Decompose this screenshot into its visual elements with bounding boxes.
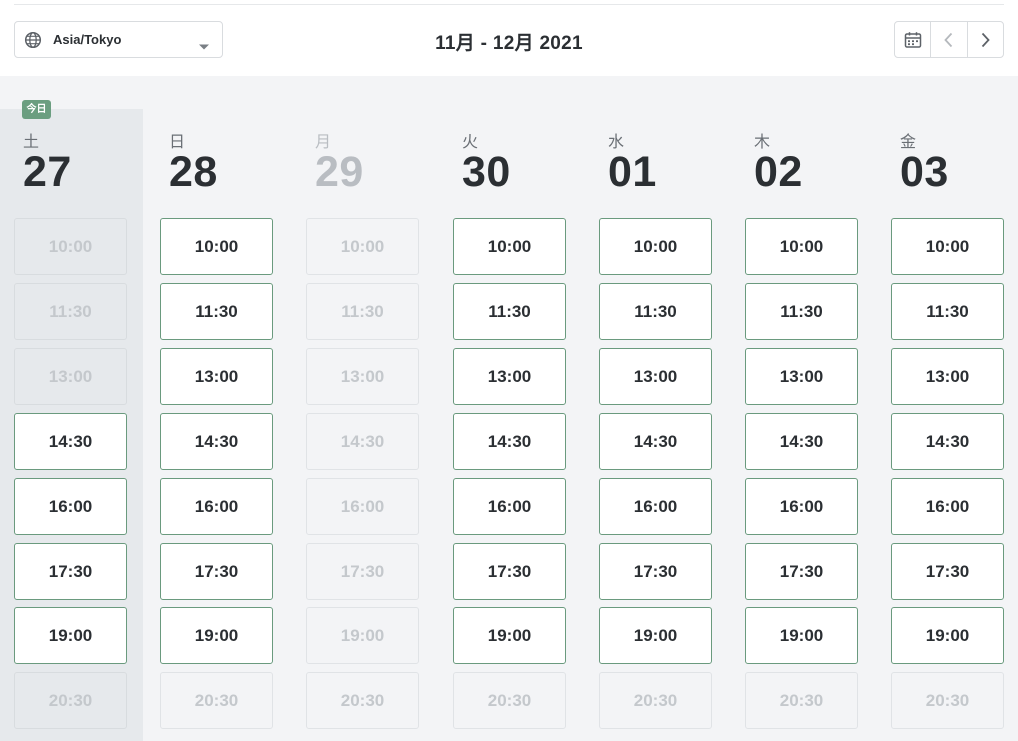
time-slot-unavailable: 13:00 <box>14 348 127 405</box>
time-slot-button[interactable]: 19:00 <box>891 607 1004 664</box>
time-slot-unavailable: 19:00 <box>306 607 419 664</box>
time-slot-button[interactable]: 16:00 <box>599 478 712 535</box>
day-number: 28 <box>169 148 218 196</box>
time-slot-unavailable: 13:00 <box>306 348 419 405</box>
day-number: 01 <box>608 148 657 196</box>
time-slot-unavailable: 17:30 <box>306 543 419 600</box>
time-slot-button[interactable]: 17:30 <box>891 543 1004 600</box>
day-column: 木 02 10:00 11:30 13:00 14:30 16:00 17:30 19:00 20… <box>745 76 858 741</box>
chevron-left-icon <box>943 32 955 48</box>
time-slot-button[interactable]: 14:30 <box>160 413 273 470</box>
time-slot-button[interactable]: 10:00 <box>891 218 1004 275</box>
time-slot-button[interactable]: 19:00 <box>14 607 127 664</box>
time-slot-unavailable: 10:00 <box>306 218 419 275</box>
time-slot-button[interactable]: 17:30 <box>160 543 273 600</box>
time-slot-unavailable: 20:30 <box>891 672 1004 729</box>
timezone-label: Asia/Tokyo <box>53 32 122 47</box>
timezone-select[interactable]: Asia/Tokyo <box>14 21 223 58</box>
time-slot-button[interactable]: 13:00 <box>891 348 1004 405</box>
day-number: 03 <box>900 148 949 196</box>
day-column: 金 03 10:00 11:30 13:00 14:30 16:00 17:30 19:00 20… <box>891 76 1004 741</box>
time-slot-button[interactable]: 16:00 <box>745 478 858 535</box>
day-column: 火 30 10:00 11:30 13:00 14:30 16:00 17:30 19:00 20… <box>453 76 566 741</box>
day-number: 27 <box>23 148 72 196</box>
day-column: 日 28 10:00 11:30 13:00 14:30 16:00 17:30 19:00 20… <box>160 76 273 741</box>
time-slot-button[interactable]: 14:30 <box>891 413 1004 470</box>
date-range-title: 11月 - 12月 2021 <box>435 33 583 54</box>
time-slot-button[interactable]: 13:00 <box>599 348 712 405</box>
time-slot-button[interactable]: 11:30 <box>160 283 273 340</box>
week-board: 今日 土 27 10:00 11:30 13:00 14:30 16:00 17:30 19:0… <box>0 76 1018 741</box>
time-slot-button[interactable]: 13:00 <box>160 348 273 405</box>
time-slot-unavailable: 10:00 <box>14 218 127 275</box>
time-slot-button[interactable]: 10:00 <box>453 218 566 275</box>
next-week-button[interactable] <box>966 22 1003 57</box>
day-column: 月 29 10:00 11:30 13:00 14:30 16:00 17:30 19:00 20… <box>306 76 419 741</box>
time-slot-button[interactable]: 11:30 <box>891 283 1004 340</box>
calendar-icon <box>904 31 922 49</box>
calendar-nav <box>894 21 1004 58</box>
time-slot-unavailable: 11:30 <box>306 283 419 340</box>
time-slot-button[interactable]: 16:00 <box>160 478 273 535</box>
day-number: 02 <box>754 148 803 196</box>
time-slot-unavailable: 20:30 <box>453 672 566 729</box>
time-slot-button[interactable]: 14:30 <box>453 413 566 470</box>
time-slot-button[interactable]: 16:00 <box>453 478 566 535</box>
time-slot-button[interactable]: 19:00 <box>599 607 712 664</box>
time-slot-button[interactable]: 17:30 <box>453 543 566 600</box>
time-slot-button[interactable]: 17:30 <box>599 543 712 600</box>
time-slot-button[interactable]: 10:00 <box>599 218 712 275</box>
time-slot-button[interactable]: 13:00 <box>453 348 566 405</box>
chevron-right-icon <box>979 32 991 48</box>
time-slot-button[interactable]: 16:00 <box>891 478 1004 535</box>
time-slot-button[interactable]: 14:30 <box>14 413 127 470</box>
time-slot-unavailable: 14:30 <box>306 413 419 470</box>
time-slot-unavailable: 20:30 <box>599 672 712 729</box>
day-number: 30 <box>462 148 511 196</box>
time-slot-unavailable: 20:30 <box>306 672 419 729</box>
previous-week-button[interactable] <box>930 22 966 57</box>
time-slot-button[interactable]: 19:00 <box>745 607 858 664</box>
time-slot-button[interactable]: 14:30 <box>745 413 858 470</box>
day-number: 29 <box>315 148 364 196</box>
time-slot-button[interactable]: 11:30 <box>599 283 712 340</box>
time-slot-button[interactable]: 11:30 <box>453 283 566 340</box>
time-slot-button[interactable]: 16:00 <box>14 478 127 535</box>
time-slot-button[interactable]: 17:30 <box>745 543 858 600</box>
time-slot-unavailable: 11:30 <box>14 283 127 340</box>
calendar-button[interactable] <box>895 22 930 57</box>
divider <box>14 4 1004 5</box>
time-slot-button[interactable]: 17:30 <box>14 543 127 600</box>
globe-icon <box>24 31 42 49</box>
header-bar: Asia/Tokyo 11月 - 12月 2021 <box>0 0 1018 76</box>
time-slot-unavailable: 20:30 <box>160 672 273 729</box>
time-slot-button[interactable]: 14:30 <box>599 413 712 470</box>
time-slot-button[interactable]: 10:00 <box>160 218 273 275</box>
time-slot-button[interactable]: 13:00 <box>745 348 858 405</box>
day-column: 水 01 10:00 11:30 13:00 14:30 16:00 17:30 19:00 20… <box>599 76 712 741</box>
time-slot-unavailable: 20:30 <box>745 672 858 729</box>
time-slot-unavailable: 16:00 <box>306 478 419 535</box>
day-column: 土 27 10:00 11:30 13:00 14:30 16:00 17:30 19:00 20… <box>14 76 127 741</box>
chevron-down-icon <box>198 36 210 50</box>
time-slot-unavailable: 20:30 <box>14 672 127 729</box>
time-slot-button[interactable]: 11:30 <box>745 283 858 340</box>
time-slot-button[interactable]: 10:00 <box>745 218 858 275</box>
time-slot-button[interactable]: 19:00 <box>453 607 566 664</box>
time-slot-button[interactable]: 19:00 <box>160 607 273 664</box>
